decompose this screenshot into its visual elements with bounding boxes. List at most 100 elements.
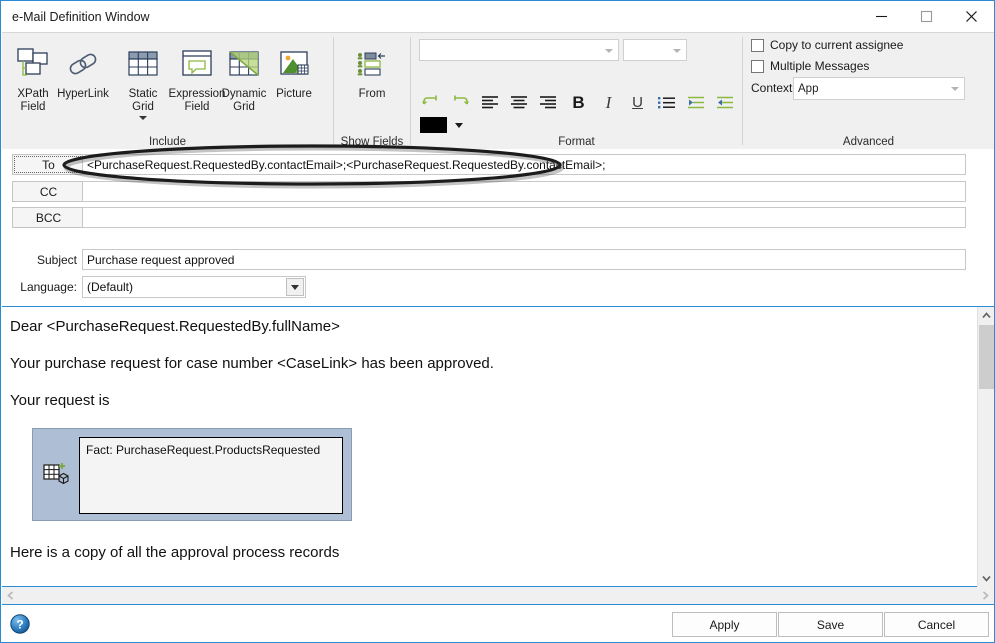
text-color-dropdown-icon[interactable] (455, 123, 463, 128)
to-field[interactable]: <PurchaseRequest.RequestedBy.contactEmai… (82, 154, 966, 175)
grid-fact-text: Fact: PurchaseRequest.ProductsRequested (86, 443, 321, 457)
align-center-icon (510, 96, 527, 109)
to-button[interactable]: To (12, 154, 85, 175)
picture-button[interactable]: Picture (266, 37, 322, 101)
apply-label: Apply (709, 617, 740, 632)
body-paragraph-trailing: Here is a copy of all the approval proce… (10, 544, 340, 561)
ribbon-group-label-include: Include (148, 136, 187, 148)
picture-icon (274, 41, 314, 87)
context-combo[interactable]: App (793, 77, 965, 100)
indent-decrease-icon (716, 96, 733, 108)
static-grid-label: Static Grid (128, 88, 158, 113)
help-icon: ? (10, 614, 30, 634)
to-button-label: To (42, 157, 55, 172)
context-label: Context (751, 81, 793, 95)
svg-text:?: ? (16, 618, 23, 632)
minimize-button[interactable] (859, 1, 904, 32)
hyperlink-button[interactable]: HyperLink (52, 37, 114, 101)
dynamic-grid-insert-icon (33, 460, 81, 490)
chevron-down-icon (605, 49, 613, 53)
italic-button[interactable]: I (596, 90, 621, 114)
undo-button[interactable] (419, 90, 444, 114)
copy-to-current-assignee-checkbox[interactable]: Copy to current assignee (751, 38, 903, 52)
font-family-combo[interactable] (419, 39, 619, 61)
cc-button-label: CC (39, 184, 58, 199)
static-grid-icon (123, 41, 163, 87)
text-color-swatch[interactable] (420, 117, 447, 133)
dialog-footer: ? Apply Save Cancel (2, 604, 994, 642)
save-button[interactable]: Save (778, 612, 883, 637)
xpath-field-label: XPath Field (17, 88, 49, 113)
bcc-button-label: BCC (35, 210, 62, 225)
underline-icon: U (632, 93, 643, 111)
close-button[interactable] (949, 1, 994, 32)
language-dropdown-button[interactable] (286, 278, 304, 296)
language-combo[interactable]: (Default) (82, 276, 306, 298)
body-paragraph: Your purchase request for case number <C… (10, 355, 494, 372)
redo-button[interactable] (447, 90, 472, 114)
body-horizontal-scrollbar[interactable] (2, 587, 994, 604)
picture-label: Picture (276, 88, 312, 100)
underline-button[interactable]: U (625, 90, 650, 114)
bold-button[interactable]: B (566, 90, 591, 114)
redo-icon (454, 95, 469, 104)
window-title: e-Mail Definition Window (12, 9, 150, 24)
title-bar: e-Mail Definition Window (1, 1, 994, 32)
ribbon-group-label-advanced: Advanced (842, 136, 895, 148)
scroll-down-button[interactable] (978, 570, 994, 587)
scroll-left-icon (7, 591, 14, 600)
window-controls (859, 1, 994, 32)
indent-decrease-button[interactable] (712, 90, 737, 114)
maximize-button[interactable] (904, 1, 949, 32)
align-center-button[interactable] (506, 90, 531, 114)
bullet-list-button[interactable] (654, 90, 679, 114)
bcc-field[interactable] (82, 207, 966, 228)
indent-increase-button[interactable] (683, 90, 708, 114)
language-value: (Default) (87, 280, 134, 294)
body-paragraph: Your request is (10, 392, 110, 409)
maximize-icon (920, 10, 933, 23)
multiple-messages-label: Multiple Messages (770, 59, 870, 73)
copy-to-current-assignee-label: Copy to current assignee (770, 38, 904, 52)
hyperlink-icon (63, 41, 103, 87)
minimize-icon (876, 15, 887, 18)
align-right-button[interactable] (535, 90, 560, 114)
scroll-right-button[interactable] (977, 587, 994, 604)
scroll-up-button[interactable] (978, 307, 994, 324)
ribbon-group-advanced: Copy to current assignee Multiple Messag… (743, 33, 994, 150)
dynamic-grid-button[interactable]: Dynamic Grid (214, 37, 274, 114)
cc-field[interactable] (82, 181, 966, 202)
context-value: App (798, 82, 819, 95)
hyperlink-label: HyperLink (57, 88, 109, 100)
from-label: From (358, 88, 386, 100)
help-button[interactable]: ? (10, 614, 30, 634)
scroll-left-button[interactable] (2, 587, 19, 604)
checkbox-box (751, 59, 764, 73)
scroll-down-icon (982, 575, 991, 582)
vertical-scroll-thumb[interactable] (979, 325, 994, 389)
embedded-grid-control[interactable]: Fact: PurchaseRequest.ProductsRequested (32, 428, 352, 521)
font-size-combo[interactable] (623, 39, 687, 61)
cc-button[interactable]: CC (12, 181, 85, 202)
chevron-down-icon[interactable] (139, 116, 147, 120)
scroll-right-icon (982, 591, 989, 600)
subject-label: Subject (36, 253, 77, 267)
align-left-button[interactable] (477, 90, 502, 114)
bcc-button[interactable]: BCC (12, 207, 85, 228)
grid-fact-box: Fact: PurchaseRequest.ProductsRequested (79, 437, 343, 514)
body-paragraph: Dear <PurchaseRequest.RequestedBy.fullNa… (10, 318, 340, 335)
from-button[interactable]: From (343, 37, 401, 101)
dynamic-grid-icon (224, 41, 264, 87)
multiple-messages-checkbox[interactable]: Multiple Messages (751, 59, 869, 73)
email-body-editor[interactable]: Dear <PurchaseRequest.RequestedBy.fullNa… (2, 307, 964, 587)
subject-field[interactable]: Purchase request approved (82, 249, 966, 270)
undo-icon (422, 95, 437, 104)
body-vertical-scrollbar[interactable] (977, 307, 994, 587)
close-icon (966, 11, 977, 22)
cancel-button[interactable]: Cancel (884, 612, 989, 637)
from-fields-icon (352, 41, 392, 87)
align-left-icon (481, 96, 498, 109)
email-body-editor-wrapper: Dear <PurchaseRequest.RequestedBy.fullNa… (2, 306, 994, 587)
checkbox-box (751, 38, 764, 52)
apply-button[interactable]: Apply (672, 612, 777, 637)
